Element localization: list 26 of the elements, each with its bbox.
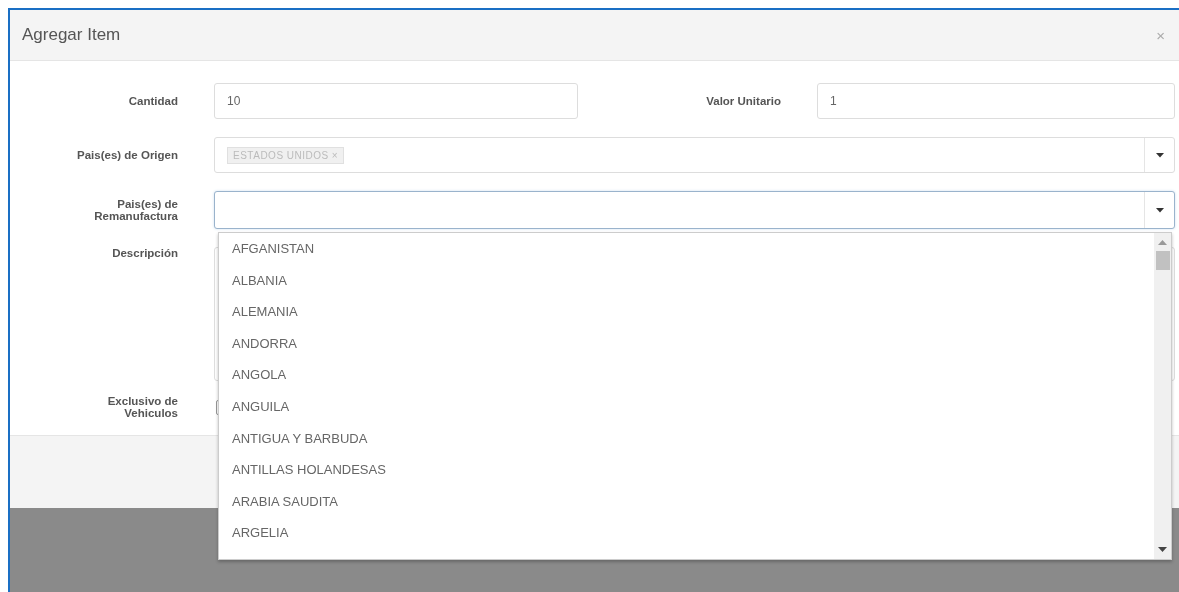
dropdown-option[interactable]: ARGELIA <box>219 517 1154 549</box>
dropdown-option[interactable]: ALEMANIA <box>219 296 1154 328</box>
dropdown-option[interactable]: ANDORRA <box>219 327 1154 360</box>
field-label: Pais(es) de Remanufactura <box>93 198 179 222</box>
scroll-up-icon[interactable] <box>1158 239 1167 245</box>
dropdown-option[interactable]: ALBANIA <box>219 264 1154 297</box>
field-label: Pais(es) de Origen <box>77 149 179 161</box>
dropdown-option[interactable]: ANGUILA <box>219 390 1154 423</box>
select-field[interactable] <box>214 191 1175 229</box>
dropdown-option[interactable]: AFGANISTAN <box>219 233 1154 265</box>
field-label: Cantidad <box>128 95 179 107</box>
scrollbar[interactable] <box>1154 233 1171 559</box>
scroll-thumb[interactable] <box>1155 251 1170 270</box>
dropdown-option[interactable]: ANTILLAS HOLANDESAS <box>219 454 1154 486</box>
scroll-down-icon[interactable] <box>1158 547 1167 553</box>
caret-icon <box>1155 152 1164 158</box>
input-field[interactable]: 10 <box>214 83 578 119</box>
dialog-title: Agregar Item <box>22 25 121 45</box>
caret-icon <box>1155 207 1164 213</box>
input-field[interactable]: 1 <box>817 83 1175 119</box>
field-label: Exclusivo de Vehiculos <box>106 395 179 419</box>
field-label: Valor Unitario <box>706 95 782 107</box>
field-label: Descripción <box>112 247 179 259</box>
dropdown-option[interactable]: ANGOLA <box>219 359 1154 391</box>
dropdown-option[interactable]: ARABIA SAUDITA <box>219 485 1154 518</box>
dropdown-option[interactable]: ANTIGUA Y BARBUDA <box>219 422 1154 455</box>
